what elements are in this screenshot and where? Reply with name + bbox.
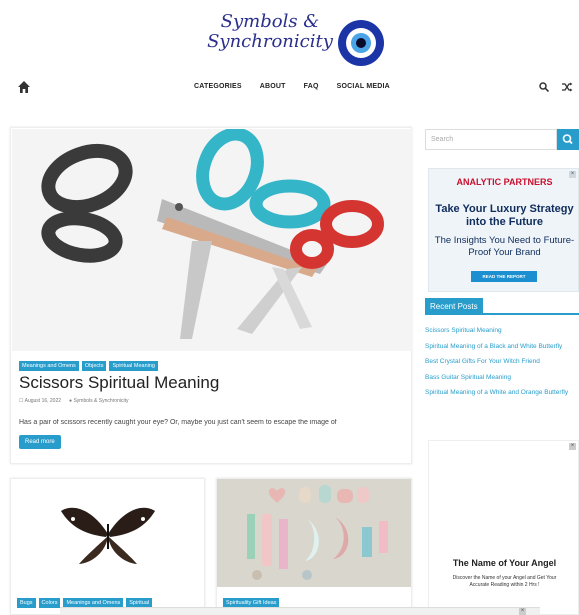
ad-subtext: The Insights You Need to Future-Proof Yo… <box>434 235 575 258</box>
post-author[interactable]: ● Symbols & Synchronicity <box>69 398 128 404</box>
category-tag[interactable]: Bugs <box>17 598 36 608</box>
category-tag[interactable]: Objects <box>81 361 107 371</box>
post-date[interactable]: ☐ August 16, 2022 <box>19 398 61 404</box>
ad-read-report-button[interactable]: READ THE REPORT <box>471 271 537 282</box>
post-author-text: Symbols & Synchronicity <box>73 398 129 404</box>
nav-menu: CATEGORIES ABOUT FAQ SOCIAL MEDIA <box>194 83 390 90</box>
recent-post-link[interactable]: Bass Guitar Spiritual Meaning <box>425 373 575 384</box>
site-logo-text[interactable]: Symbols & Synchronicity <box>205 12 335 52</box>
featured-post-image[interactable] <box>12 129 412 351</box>
crystals-image[interactable] <box>217 479 411 587</box>
post-date-text: August 16, 2022 <box>24 398 62 404</box>
close-icon[interactable]: × <box>569 171 576 178</box>
sidebar-search-input[interactable]: Search <box>425 129 557 150</box>
post-card: Spirituality Gift Ideas <box>216 478 412 615</box>
ad-brand: ANALYTIC PARTNERS <box>456 177 553 187</box>
post-excerpt: Has a pair of scissors recently caught y… <box>19 419 337 426</box>
nav-item-categories[interactable]: CATEGORIES <box>194 83 242 90</box>
recent-posts-list: Scissors Spiritual Meaning Spiritual Mea… <box>425 326 575 404</box>
ad-headline: Take Your Luxury Strategy into the Futur… <box>435 203 574 228</box>
ad-text: Discover the Name of your Angel and Get … <box>452 575 557 588</box>
evil-eye-icon[interactable] <box>338 20 384 66</box>
recent-post-link[interactable]: Best Crystal Gifts For Your Witch Friend <box>425 357 575 368</box>
search-icon[interactable] <box>539 82 549 92</box>
nav-item-social-media[interactable]: SOCIAL MEDIA <box>337 83 390 90</box>
featured-post: Meanings and Omens Objects Spiritual Mea… <box>10 127 412 464</box>
category-tag[interactable]: Spiritual Meaning <box>109 361 158 371</box>
category-tag[interactable]: Meanings and Omens <box>19 361 79 371</box>
site-header: Symbols & Synchronicity <box>0 0 579 78</box>
nav-item-about[interactable]: ABOUT <box>260 83 286 90</box>
recent-post-link[interactable]: Spiritual Meaning of a Black and White B… <box>425 342 575 353</box>
close-icon[interactable]: × <box>519 608 526 615</box>
home-icon[interactable] <box>17 80 31 94</box>
nav-item-faq[interactable]: FAQ <box>304 83 319 90</box>
butterfly-image[interactable] <box>11 479 204 587</box>
recent-posts-title: Recent Posts <box>425 298 483 315</box>
main-nav: CATEGORIES ABOUT FAQ SOCIAL MEDIA <box>0 78 579 100</box>
ad-title: The Name of Your Angel <box>452 558 557 568</box>
sidebar-ad-analytic-partners[interactable]: × ANALYTIC PARTNERS Take Your Luxury Str… <box>428 168 579 292</box>
sidebar-search-button[interactable] <box>557 129 579 150</box>
bottom-ad-banner[interactable] <box>60 607 540 615</box>
close-icon[interactable]: × <box>569 443 576 450</box>
read-more-button[interactable]: Read more <box>19 435 61 449</box>
search-icon <box>562 134 573 145</box>
category-tag[interactable]: Colors <box>38 598 61 608</box>
recent-posts-header: Recent Posts <box>425 298 579 315</box>
recent-post-link[interactable]: Spiritual Meaning of a White and Orange … <box>425 388 575 399</box>
recent-post-link[interactable]: Scissors Spiritual Meaning <box>425 326 575 337</box>
featured-categories: Meanings and Omens Objects Spiritual Mea… <box>19 361 158 371</box>
shuffle-icon[interactable] <box>561 81 573 93</box>
post-meta: ☐ August 16, 2022 ● Symbols & Synchronic… <box>19 398 128 404</box>
post-title[interactable]: Scissors Spiritual Meaning <box>19 373 219 393</box>
sidebar-ad-angel-name[interactable]: × The Name of Your Angel Discover the Na… <box>428 440 579 615</box>
post-card: Bugs Colors Meanings and Omens Spiritual <box>10 478 205 615</box>
